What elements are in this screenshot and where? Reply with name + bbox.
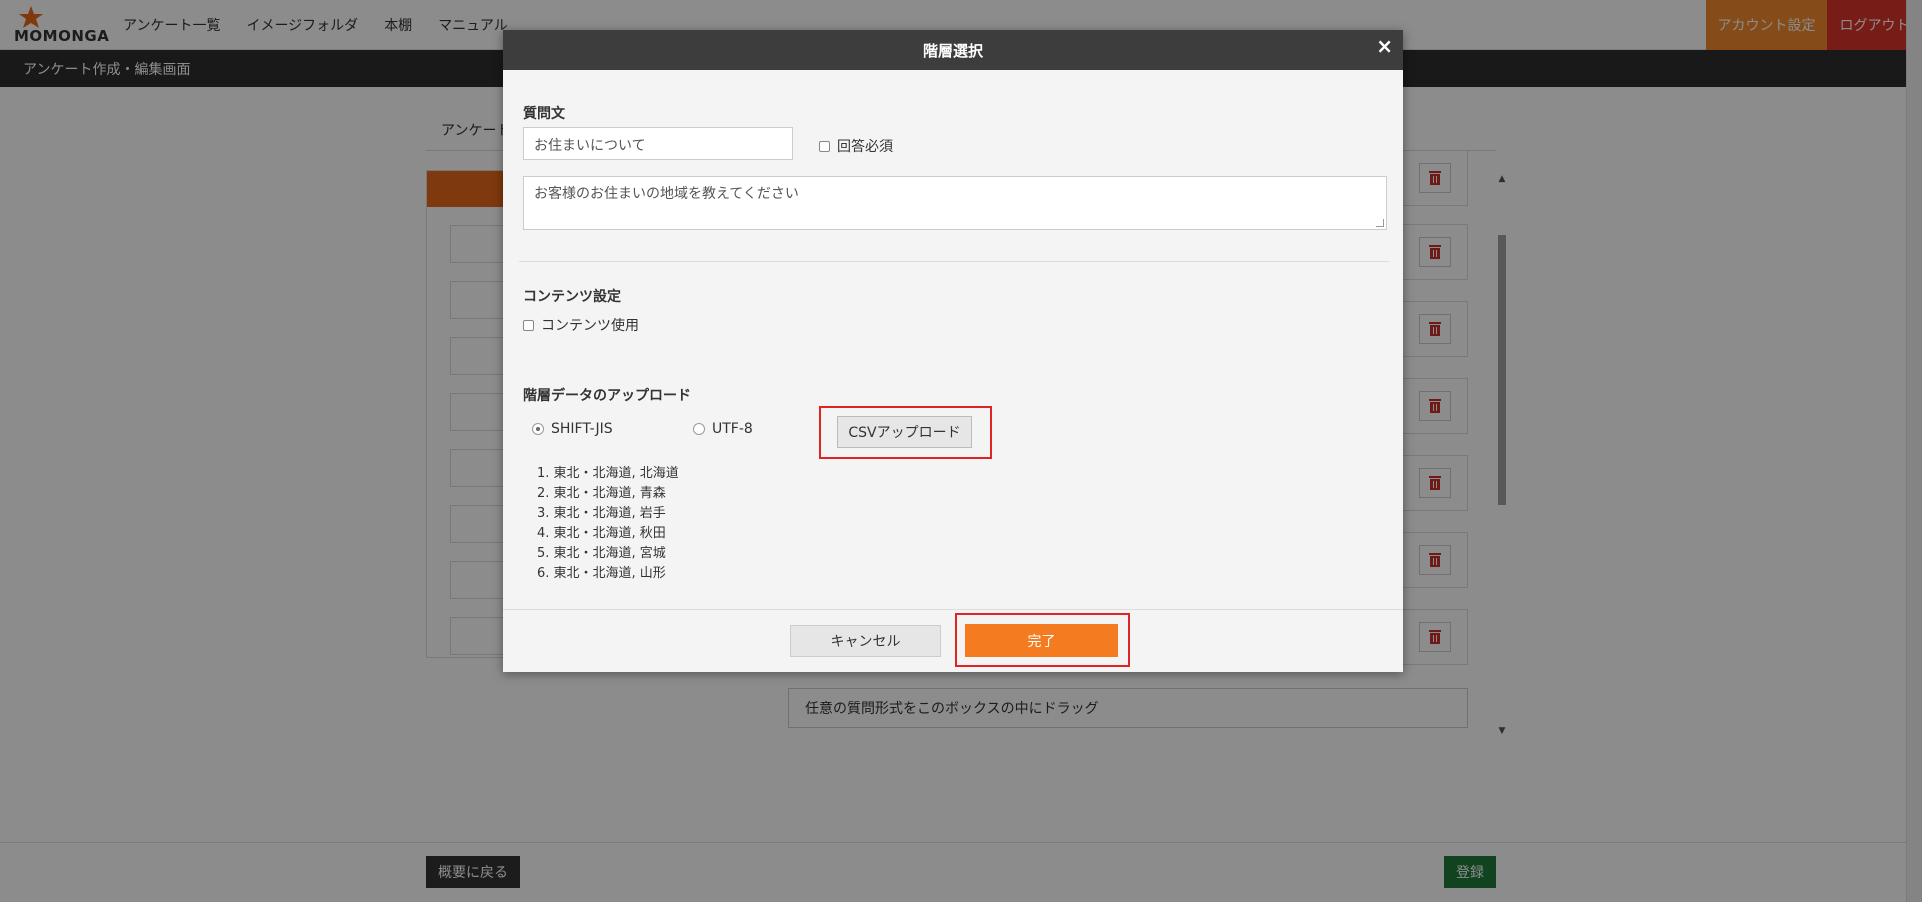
hierarchy-select-dialog: 階層選択 × 質問文 お住まいについて 回答必須 お客様のお住まいの地域を教えて… xyxy=(503,30,1403,672)
cancel-button[interactable]: キャンセル xyxy=(790,625,941,657)
hierarchy-data-list: 1. 東北・北海道, 北海道 2. 東北・北海道, 青森 3. 東北・北海道, … xyxy=(537,464,679,584)
list-item: 4. 東北・北海道, 秋田 xyxy=(537,526,666,541)
close-icon[interactable]: × xyxy=(1376,34,1393,58)
question-description-textarea[interactable]: お客様のお住まいの地域を教えてください xyxy=(523,176,1387,230)
radio-icon[interactable] xyxy=(532,423,544,435)
list-item: 6. 東北・北海道, 山形 xyxy=(537,566,666,581)
encoding-label: UTF-8 xyxy=(712,421,753,437)
csv-upload-button[interactable]: CSVアップロード xyxy=(837,416,972,448)
done-button[interactable]: 完了 xyxy=(965,624,1118,657)
list-item: 5. 東北・北海道, 宮城 xyxy=(537,546,666,561)
contents-use-checkbox[interactable] xyxy=(523,319,534,331)
dialog-footer xyxy=(503,609,1403,672)
radio-icon[interactable] xyxy=(693,423,705,435)
section-divider xyxy=(519,261,1389,262)
hierarchy-upload-label: 階層データのアップロード xyxy=(523,388,691,404)
required-label: 回答必須 xyxy=(837,139,893,155)
encoding-label: SHIFT-JIS xyxy=(551,421,613,437)
encoding-option-shift-jis[interactable]: SHIFT-JIS xyxy=(532,421,613,437)
question-text-label: 質問文 xyxy=(523,106,565,122)
resize-grip-icon[interactable] xyxy=(1376,219,1384,227)
contents-settings-label: コンテンツ設定 xyxy=(523,289,621,305)
list-item: 3. 東北・北海道, 岩手 xyxy=(537,506,666,521)
contents-use-checkbox-row[interactable]: コンテンツ使用 xyxy=(523,315,639,335)
list-item: 2. 東北・北海道, 青森 xyxy=(537,486,666,501)
required-checkbox-row[interactable]: 回答必須 xyxy=(819,136,893,156)
question-description-text: お客様のお住まいの地域を教えてください xyxy=(534,186,799,202)
list-item: 1. 東北・北海道, 北海道 xyxy=(537,466,679,481)
encoding-option-utf8[interactable]: UTF-8 xyxy=(693,421,753,437)
question-text-input[interactable]: お住まいについて xyxy=(523,127,793,160)
required-checkbox[interactable] xyxy=(819,140,830,152)
dialog-header: 階層選択 × xyxy=(503,30,1403,70)
contents-use-label: コンテンツ使用 xyxy=(541,318,639,334)
dialog-title: 階層選択 xyxy=(922,41,983,60)
